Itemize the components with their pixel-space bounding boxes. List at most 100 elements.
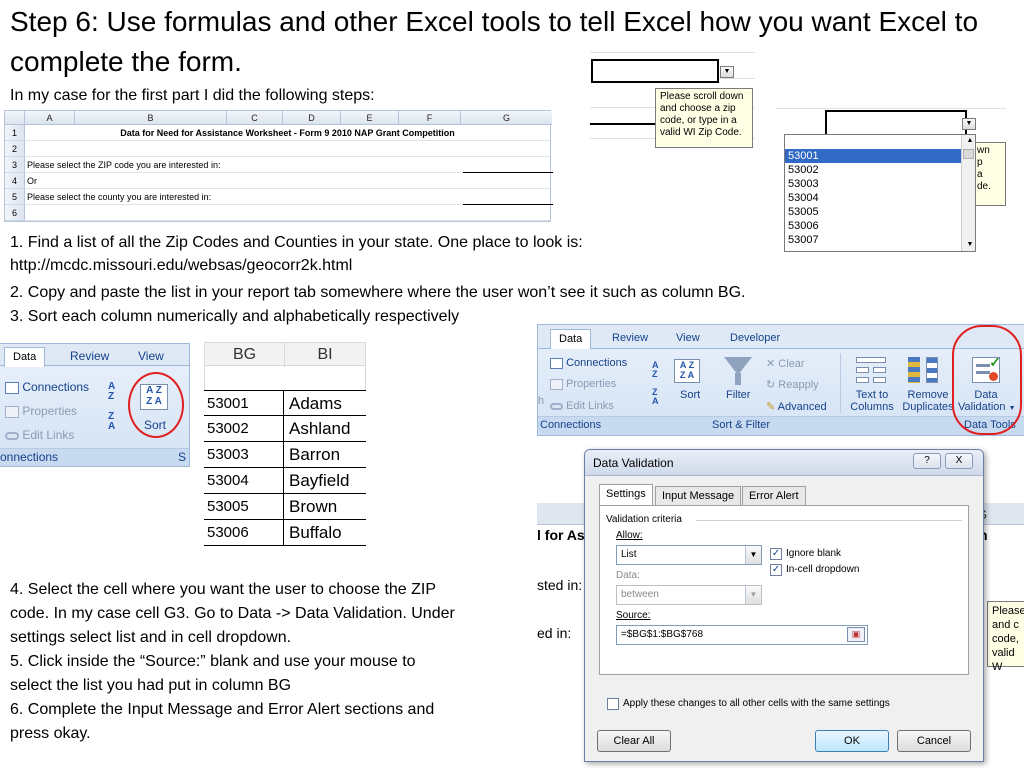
connections-icon xyxy=(5,381,19,394)
cancel-button[interactable]: Cancel xyxy=(897,730,971,752)
cell-a5[interactable]: Please select the county you are interes… xyxy=(27,189,211,205)
col-header-c[interactable]: C xyxy=(227,111,283,125)
list-item[interactable]: 53001 xyxy=(785,149,975,163)
col-header-bg[interactable]: BG xyxy=(205,343,285,367)
dropdown-arrow-icon[interactable]: ▼ xyxy=(720,66,734,78)
row-header-2[interactable]: 2 xyxy=(5,141,25,157)
properties-button[interactable]: Properties xyxy=(550,378,616,390)
sort-icon[interactable]: A ZZ A xyxy=(674,359,700,383)
sort-az-icon[interactable]: AZZA xyxy=(108,382,115,432)
row-header-5[interactable]: 5 xyxy=(5,189,25,205)
tab-review[interactable]: Review xyxy=(604,329,656,349)
tab-error-alert[interactable]: Error Alert xyxy=(742,486,806,506)
col-header-a[interactable]: A xyxy=(25,111,75,125)
text-to-columns-button[interactable]: Text to Columns xyxy=(850,389,894,413)
tab-input-message[interactable]: Input Message xyxy=(655,486,742,506)
data-validation-dialog: Data Validation ? X Settings Input Messa… xyxy=(584,449,984,762)
zip-cell-open[interactable] xyxy=(825,110,967,136)
corner-cell xyxy=(5,111,25,125)
chevron-down-icon: ▼ xyxy=(745,586,761,604)
filter-button[interactable]: Filter xyxy=(726,389,750,401)
ribbon-data-tools: Data Review View Developer h Connections… xyxy=(537,324,1024,436)
cell-g5-underline[interactable] xyxy=(463,204,553,205)
dropdown-arrow-icon[interactable]: ▼ xyxy=(962,118,976,130)
tab-review[interactable]: Review xyxy=(62,347,117,367)
clear-all-button[interactable]: Clear All xyxy=(597,730,671,752)
row-header-3[interactable]: 3 xyxy=(5,157,25,173)
table-row[interactable]: 53001 Adams xyxy=(204,390,366,416)
advanced-button[interactable]: ✎ Advanced xyxy=(766,400,827,413)
table-row[interactable]: 53003 Barron xyxy=(204,442,366,468)
table-row[interactable]: 53006 Buffalo xyxy=(204,520,366,546)
in-cell-dropdown-checkbox[interactable]: ✓ xyxy=(770,564,782,576)
ignore-blank-checkbox[interactable]: ✓ xyxy=(770,548,782,560)
col-header-b[interactable]: B xyxy=(75,111,227,125)
connections-button[interactable]: Connections xyxy=(550,357,627,369)
properties-icon xyxy=(550,378,563,390)
list-item[interactable]: 53007 xyxy=(785,233,975,247)
tab-data[interactable]: Data xyxy=(550,329,592,349)
input-message-snippet: ▼ Please scroll down and choose a zip co… xyxy=(590,52,760,162)
cell-g3-underline[interactable] xyxy=(463,172,553,173)
col-header-f[interactable]: F xyxy=(399,111,461,125)
sort-button[interactable]: Sort xyxy=(144,418,166,432)
list-item[interactable]: 53006 xyxy=(785,219,975,233)
tooltip-partial: wn p a de. xyxy=(972,142,1006,206)
col-header-bi[interactable]: BI xyxy=(285,343,365,367)
list-item[interactable]: 53005 xyxy=(785,205,975,219)
cell-a4[interactable]: Or xyxy=(27,173,37,189)
edit-links-button[interactable]: Edit Links xyxy=(550,400,614,412)
tab-developer[interactable]: Developer xyxy=(722,329,788,349)
worksheet-snippet: A B C D E F G 1 2 3 4 5 6 Data for Need … xyxy=(4,110,553,222)
list-item[interactable]: 53003 xyxy=(785,177,975,191)
zip-dropdown-list[interactable]: 53001 53002 53003 53004 53005 53006 5300… xyxy=(784,134,976,252)
text-to-columns-icon[interactable] xyxy=(856,355,886,385)
data-select[interactable]: between ▼ xyxy=(616,585,762,605)
tab-view[interactable]: View xyxy=(668,329,708,349)
group-sort-filter-label: Sort & Filter xyxy=(712,419,771,431)
step-1-link[interactable]: http://mcdc.missouri.edu/websas/geocorr2… xyxy=(10,254,352,278)
highlight-circle xyxy=(952,325,1022,435)
cell-a3[interactable]: Please select the ZIP code you are inter… xyxy=(27,157,220,173)
close-button[interactable]: X xyxy=(945,453,973,469)
collapse-dialog-icon[interactable]: ▣ xyxy=(847,627,865,642)
help-button[interactable]: ? xyxy=(913,453,941,469)
remove-duplicates-button[interactable]: Remove Duplicates xyxy=(902,389,954,413)
properties-button[interactable]: Properties xyxy=(5,404,77,418)
clear-icon: ✕ xyxy=(766,358,776,370)
row-header-4[interactable]: 4 xyxy=(5,173,25,189)
table-row[interactable]: 53005 Brown xyxy=(204,494,366,520)
apply-all-checkbox[interactable] xyxy=(607,698,619,710)
table-row[interactable]: 53004 Bayfield xyxy=(204,468,366,494)
advanced-filter-icon: ✎ xyxy=(766,401,776,413)
col-header-e[interactable]: E xyxy=(341,111,399,125)
table-row[interactable]: 53002 Ashland xyxy=(204,416,366,442)
list-item[interactable]: 53004 xyxy=(785,191,975,205)
input-message-tooltip: Please scroll down and choose a zip code… xyxy=(655,88,753,148)
col-header-d[interactable]: D xyxy=(283,111,341,125)
chevron-down-icon: ▼ xyxy=(745,546,761,564)
step-2-text: 2. Copy and paste the list in your repor… xyxy=(10,284,746,301)
tab-view[interactable]: View xyxy=(130,347,172,367)
row-header-6[interactable]: 6 xyxy=(5,205,25,221)
remove-duplicates-icon[interactable] xyxy=(908,355,938,385)
reapply-button[interactable]: ↻ Reapply xyxy=(766,378,819,391)
list-item[interactable]: 53002 xyxy=(785,163,975,177)
connections-button[interactable]: Connections xyxy=(5,380,89,394)
zip-cell-selected[interactable] xyxy=(591,59,719,83)
row-header-1[interactable]: 1 xyxy=(5,125,25,141)
tab-data[interactable]: Data xyxy=(4,347,46,367)
sheet-title-cell[interactable]: Data for Need for Assistance Worksheet -… xyxy=(25,125,550,141)
col-header-g[interactable]: G xyxy=(461,111,552,125)
ok-button[interactable]: OK xyxy=(815,730,889,752)
list-scrollbar[interactable]: ▲ ▼ xyxy=(961,135,975,251)
edit-links-button[interactable]: Edit Links xyxy=(5,428,74,442)
tab-settings[interactable]: Settings xyxy=(599,484,653,506)
allow-select[interactable]: List ▼ xyxy=(616,545,762,565)
source-input[interactable]: =$BG$1:$BG$768 ▣ xyxy=(616,625,868,645)
step-1-text: 1. Find a list of all the Zip Codes and … xyxy=(10,234,583,251)
sort-icon[interactable]: A ZZ A xyxy=(140,384,168,410)
sort-button[interactable]: Sort xyxy=(680,389,700,401)
clear-button[interactable]: ✕ Clear xyxy=(766,357,805,370)
sort-az-icon[interactable]: AZZA xyxy=(652,361,659,406)
